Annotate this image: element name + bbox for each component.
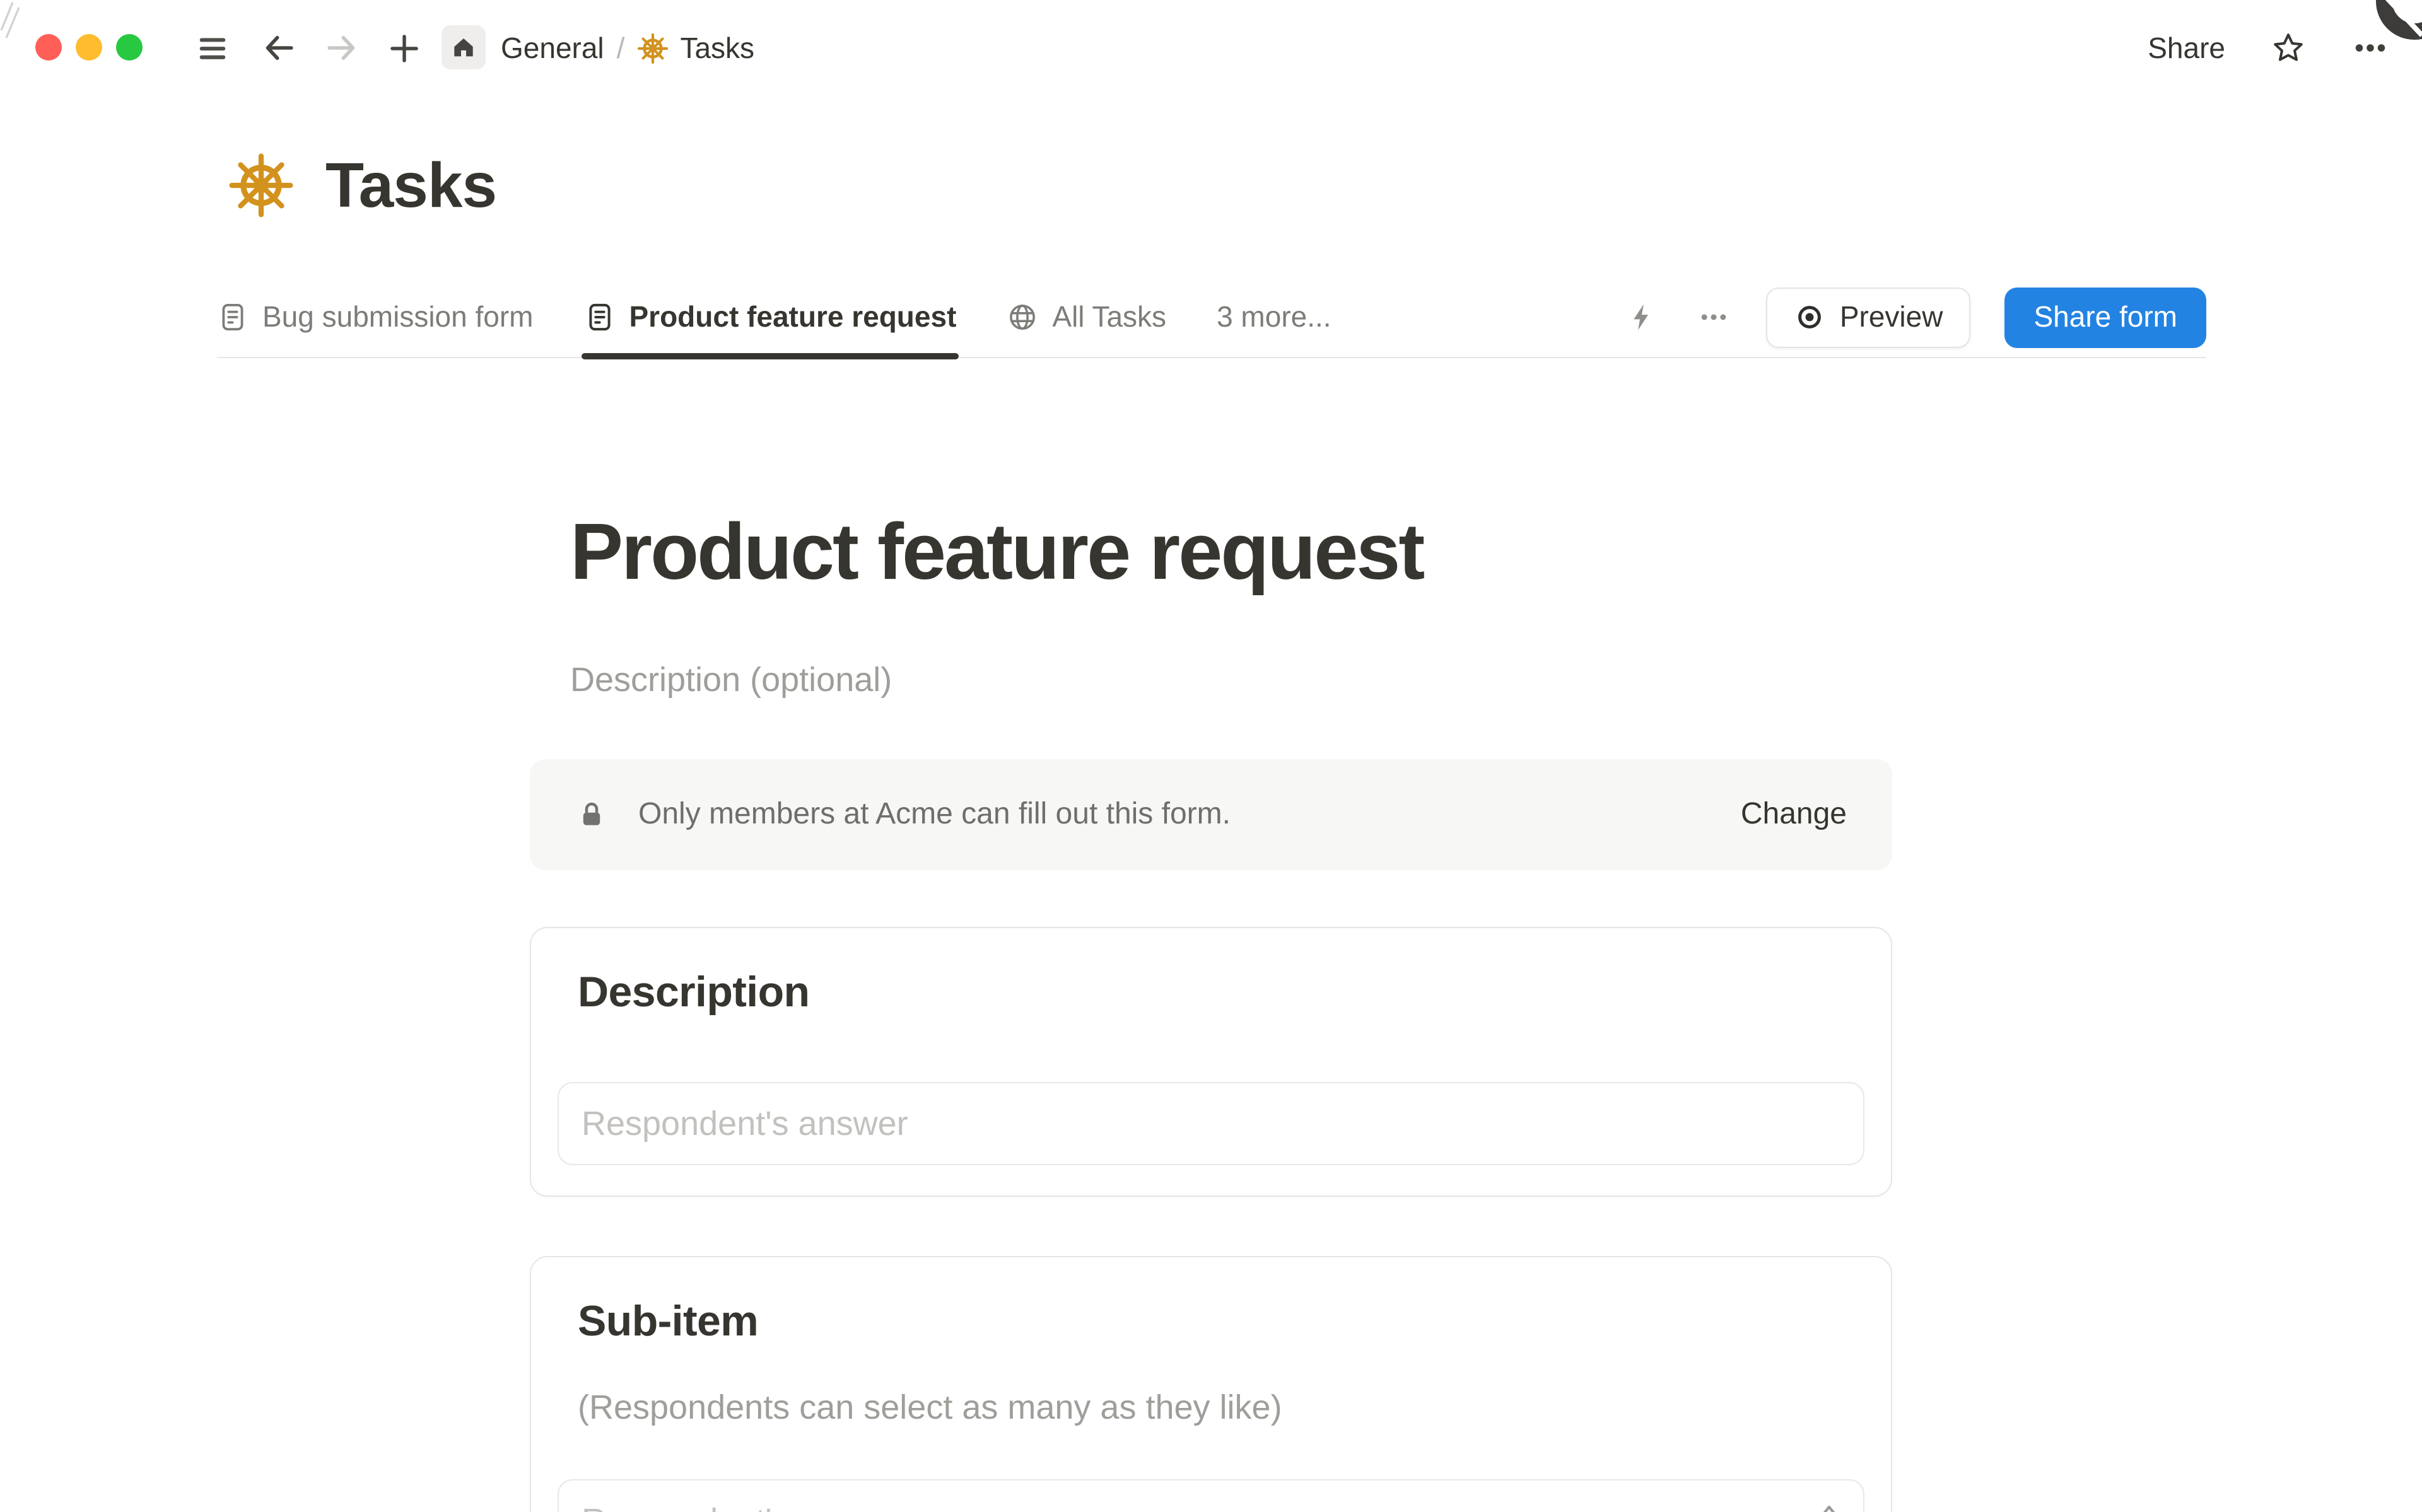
home-button[interactable] [442, 25, 486, 69]
sub-item-answer-input[interactable] [558, 1479, 1864, 1512]
star-icon [2271, 30, 2306, 66]
lock-icon [575, 798, 608, 831]
page-title[interactable]: Tasks [325, 149, 497, 222]
page-icon-ship-wheel[interactable] [228, 153, 294, 218]
form-description-placeholder[interactable]: Description (optional) [570, 661, 892, 700]
question-label[interactable]: Sub-item [578, 1298, 759, 1347]
new-tab-button[interactable] [386, 30, 421, 66]
tab-label: Bug submission form [262, 300, 534, 333]
answer-field-wrap [558, 1082, 1864, 1165]
arrow-right-icon [324, 30, 360, 66]
arrow-left-icon [261, 30, 296, 66]
description-answer-input[interactable] [558, 1082, 1864, 1165]
zoom-window-button[interactable] [116, 34, 143, 61]
page-header: Tasks [228, 149, 497, 222]
form-editor-content: Product feature request Description (opt… [530, 0, 1892, 1512]
question-card-description: Description [530, 927, 1892, 1197]
cursor-artifact [0, 0, 33, 45]
access-change-button[interactable]: Change [1741, 797, 1847, 832]
access-notice-bar: Only members at Acme can fill out this f… [530, 759, 1892, 870]
form-title[interactable]: Product feature request [570, 507, 1425, 598]
share-form-button[interactable]: Share form [2004, 287, 2206, 347]
notion-window: General / Tasks Share Tasks Bug submissi… [0, 0, 2422, 1512]
access-notice-text: Only members at Acme can fill out this f… [638, 797, 1231, 831]
nav-forward-button[interactable] [324, 30, 360, 66]
question-hint[interactable]: (Respondents can select as many as they … [578, 1388, 1282, 1428]
more-options-button[interactable] [2351, 29, 2389, 67]
question-card-sub-item: Sub-item (Respondents can select as many… [530, 1256, 1892, 1512]
hamburger-menu-icon [195, 31, 229, 65]
traffic-lights [35, 34, 143, 61]
form-document-icon [217, 301, 249, 333]
plus-icon [387, 31, 421, 65]
home-icon [450, 34, 477, 61]
answer-field-wrap [558, 1479, 1864, 1512]
sidebar-menu-button[interactable] [194, 30, 230, 66]
minimize-window-button[interactable] [76, 34, 102, 61]
tab-bug-submission-form[interactable]: Bug submission form [217, 277, 534, 357]
nav-back-button[interactable] [261, 30, 296, 66]
chevron-up-icon [1814, 1497, 1844, 1512]
close-window-button[interactable] [35, 34, 62, 61]
share-button[interactable]: Share [2148, 31, 2225, 65]
question-label[interactable]: Description [578, 968, 810, 1018]
favorite-button[interactable] [2269, 29, 2307, 67]
ellipsis-icon [2351, 29, 2389, 67]
topbar-actions: Share [2148, 26, 2389, 69]
